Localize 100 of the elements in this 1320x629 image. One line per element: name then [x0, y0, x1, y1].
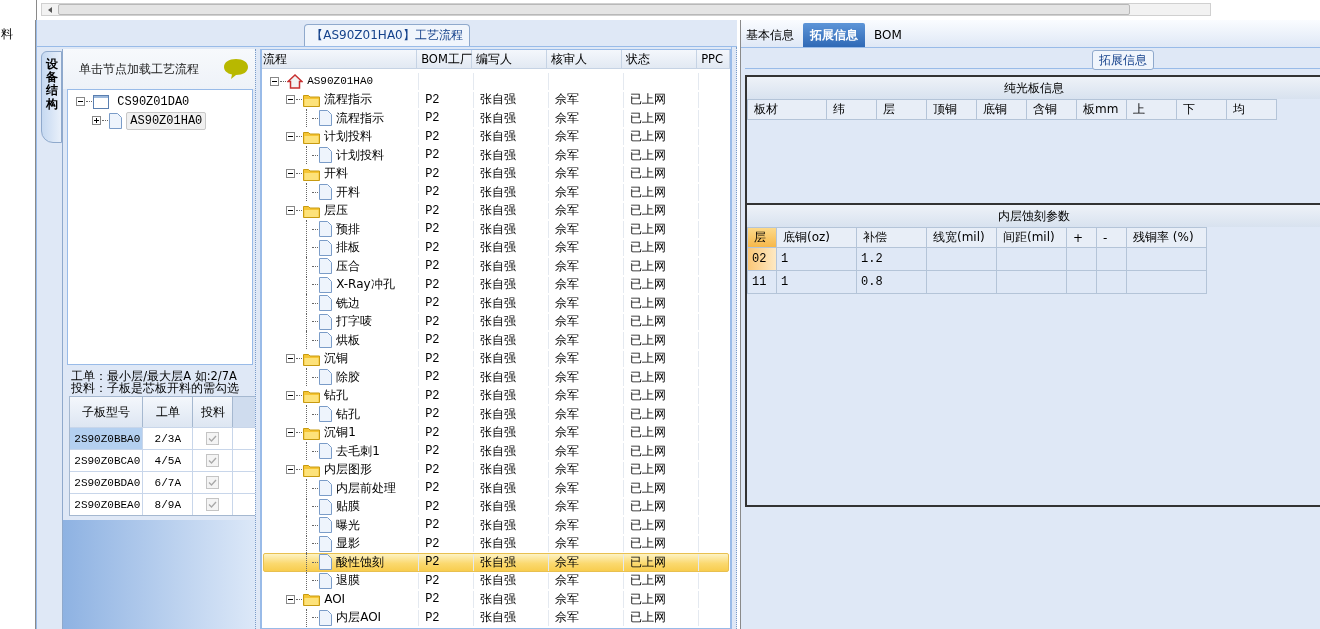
table-cell: 已上网 — [630, 535, 667, 553]
tree-row[interactable]: 层压 P2 张自强 佘军 已上网 — [263, 201, 730, 220]
column-header[interactable]: 工单 — [143, 397, 194, 427]
tree-row[interactable]: 钻孔 P2 张自强 佘军 已上网 — [263, 405, 730, 424]
tree-node[interactable]: AS90Z01HA0 — [126, 111, 207, 130]
table-cell: 佘军 — [555, 331, 580, 349]
checkbox[interactable] — [206, 498, 220, 511]
tree-row[interactable]: 流程指示 P2 张自强 佘军 已上网 — [263, 90, 730, 109]
table-cell[interactable]: 11 — [747, 271, 777, 294]
column-header[interactable]: 下 — [1177, 99, 1227, 120]
tree-row[interactable]: 钻孔 P2 张自强 佘军 已上网 — [263, 386, 730, 405]
column-header[interactable]: 状态 — [622, 50, 698, 68]
tree-row[interactable]: 贴膜 P2 张自强 佘军 已上网 — [263, 497, 730, 516]
step-name: 层压 — [324, 202, 349, 220]
tree-row[interactable]: 酸性蚀刻 P2 张自强 佘军 已上网 — [263, 553, 730, 572]
table-cell[interactable]: 2S90Z0BDA0 — [70, 472, 144, 493]
column-header[interactable]: 板材 — [747, 99, 827, 120]
tab[interactable]: 拓展信息 — [803, 23, 865, 47]
tree-row[interactable]: 打字唛 P2 张自强 佘军 已上网 — [263, 312, 730, 331]
tree-row[interactable]: AOI P2 张自强 佘军 已上网 — [263, 590, 730, 609]
tree-row[interactable]: 内层前处理 P2 张自强 佘军 已上网 — [263, 479, 730, 498]
column-header[interactable]: 残铜率 (%) — [1127, 227, 1207, 248]
step-name: 贴膜 — [336, 498, 361, 516]
column-header[interactable]: 含铜 — [1027, 99, 1077, 120]
tab[interactable]: BOM — [869, 23, 907, 47]
tree-row[interactable]: 内层AOI P2 张自强 佘军 已上网 — [263, 608, 730, 627]
tree-row[interactable]: 计划投料 P2 张自强 佘军 已上网 — [263, 127, 730, 146]
tree-node[interactable]: CS90Z01DA0 — [113, 92, 194, 111]
expander-icon[interactable] — [286, 391, 296, 401]
column-header[interactable]: 纬 — [827, 99, 877, 120]
splitter-handle[interactable] — [255, 49, 262, 629]
column-header[interactable]: - — [1097, 227, 1127, 248]
tree-row[interactable]: 曝光 P2 张自强 佘军 已上网 — [263, 516, 730, 535]
table-cell: 佘军 — [555, 350, 580, 368]
table-cell: 张自强 — [480, 516, 517, 534]
tree-row[interactable]: 压合 P2 张自强 佘军 已上网 — [263, 257, 730, 276]
column-header[interactable]: 流程 — [262, 50, 418, 68]
expander-icon[interactable] — [286, 206, 296, 216]
column-header[interactable]: 上 — [1127, 99, 1177, 120]
table-cell: 张自强 — [480, 498, 517, 516]
tree-row[interactable]: 显影 P2 张自强 佘军 已上网 — [263, 534, 730, 553]
column-header[interactable]: 板mm — [1077, 99, 1127, 120]
tree-row[interactable]: 去毛刺1 P2 张自强 佘军 已上网 — [263, 442, 730, 461]
column-header[interactable]: 顶铜 — [927, 99, 977, 120]
column-header[interactable]: 层 — [747, 227, 777, 248]
column-header[interactable]: 核审人 — [547, 50, 623, 68]
checkbox[interactable] — [206, 454, 220, 467]
column-header[interactable]: 层 — [877, 99, 927, 120]
column-header[interactable]: PPC — [697, 50, 731, 68]
column-header[interactable]: 均 — [1227, 99, 1277, 120]
tree-row[interactable]: X-Ray冲孔 P2 张自强 佘军 已上网 — [263, 275, 730, 294]
column-header[interactable]: BOM工厂 — [417, 50, 473, 68]
column-header[interactable]: 底铜 — [977, 99, 1027, 120]
expander-icon[interactable] — [286, 132, 296, 142]
table-cell[interactable]: 2S90Z0BEA0 — [70, 494, 144, 515]
expander-icon[interactable] — [286, 169, 296, 179]
column-header[interactable]: 底铜(oz) — [777, 227, 857, 248]
document-icon — [319, 535, 333, 552]
tree-row[interactable]: 退膜 P2 张自强 佘军 已上网 — [263, 571, 730, 590]
tree-row[interactable]: 铣边 P2 张自强 佘军 已上网 — [263, 294, 730, 313]
expander-icon[interactable] — [286, 95, 296, 105]
tree-row[interactable]: 沉铜 P2 张自强 佘军 已上网 — [263, 349, 730, 368]
expander-icon[interactable] — [286, 354, 296, 364]
expander-icon[interactable] — [286, 465, 296, 475]
tree-row[interactable]: 内层图形 P2 张自强 佘军 已上网 — [263, 460, 730, 479]
column-header[interactable]: 补偿 — [857, 227, 927, 248]
tree-row[interactable]: 预排 P2 张自强 佘军 已上网 — [263, 220, 730, 239]
scroll-left-arrow-icon[interactable] — [46, 5, 54, 14]
tree-row[interactable]: 排板 P2 张自强 佘军 已上网 — [263, 238, 730, 257]
step-name: 烘板 — [336, 331, 361, 349]
column-header[interactable]: 间距(mil) — [997, 227, 1067, 248]
column-header[interactable]: + — [1067, 227, 1097, 248]
tree-row[interactable]: AS90Z01HA0 — [263, 72, 730, 91]
table-cell[interactable]: 2S90Z0BCA0 — [70, 450, 144, 471]
tree-row[interactable]: 计划投料 P2 张自强 佘军 已上网 — [263, 146, 730, 165]
tree-row[interactable]: 沉铜1 P2 张自强 佘军 已上网 — [263, 423, 730, 442]
expander-icon[interactable] — [286, 428, 296, 438]
column-header[interactable]: 子板型号 — [70, 397, 144, 427]
tree-row[interactable]: 开料 P2 张自强 佘军 已上网 — [263, 164, 730, 183]
menu-text[interactable]: 料 — [1, 26, 13, 43]
expander-icon[interactable] — [76, 97, 86, 106]
column-header[interactable]: 编写人 — [472, 50, 548, 68]
checkbox[interactable] — [206, 432, 220, 445]
horizontal-scrollbar[interactable] — [41, 3, 1211, 16]
side-tab[interactable]: 设备结构 — [41, 51, 63, 143]
splitter-handle[interactable] — [731, 47, 737, 629]
expander-icon[interactable] — [286, 594, 296, 604]
folder-icon — [303, 388, 321, 403]
tree-row[interactable]: 开料 P2 张自强 佘军 已上网 — [263, 183, 730, 202]
checkbox[interactable] — [206, 476, 220, 489]
table-cell[interactable]: 2S90Z0BBA0 — [70, 428, 144, 449]
tree-row[interactable]: 流程指示 P2 张自强 佘军 已上网 — [263, 109, 730, 128]
tree-row[interactable]: 烘板 P2 张自强 佘军 已上网 — [263, 331, 730, 350]
table-cell: 佘军 — [555, 498, 580, 516]
tab[interactable]: 基本信息 — [741, 23, 799, 47]
expander-icon[interactable] — [92, 116, 102, 125]
tree-row[interactable]: 除胶 P2 张自强 佘军 已上网 — [263, 368, 730, 387]
expander-icon[interactable] — [270, 76, 280, 86]
column-header[interactable]: 线宽(mil) — [927, 227, 997, 248]
table-cell[interactable]: 02 — [747, 248, 777, 271]
